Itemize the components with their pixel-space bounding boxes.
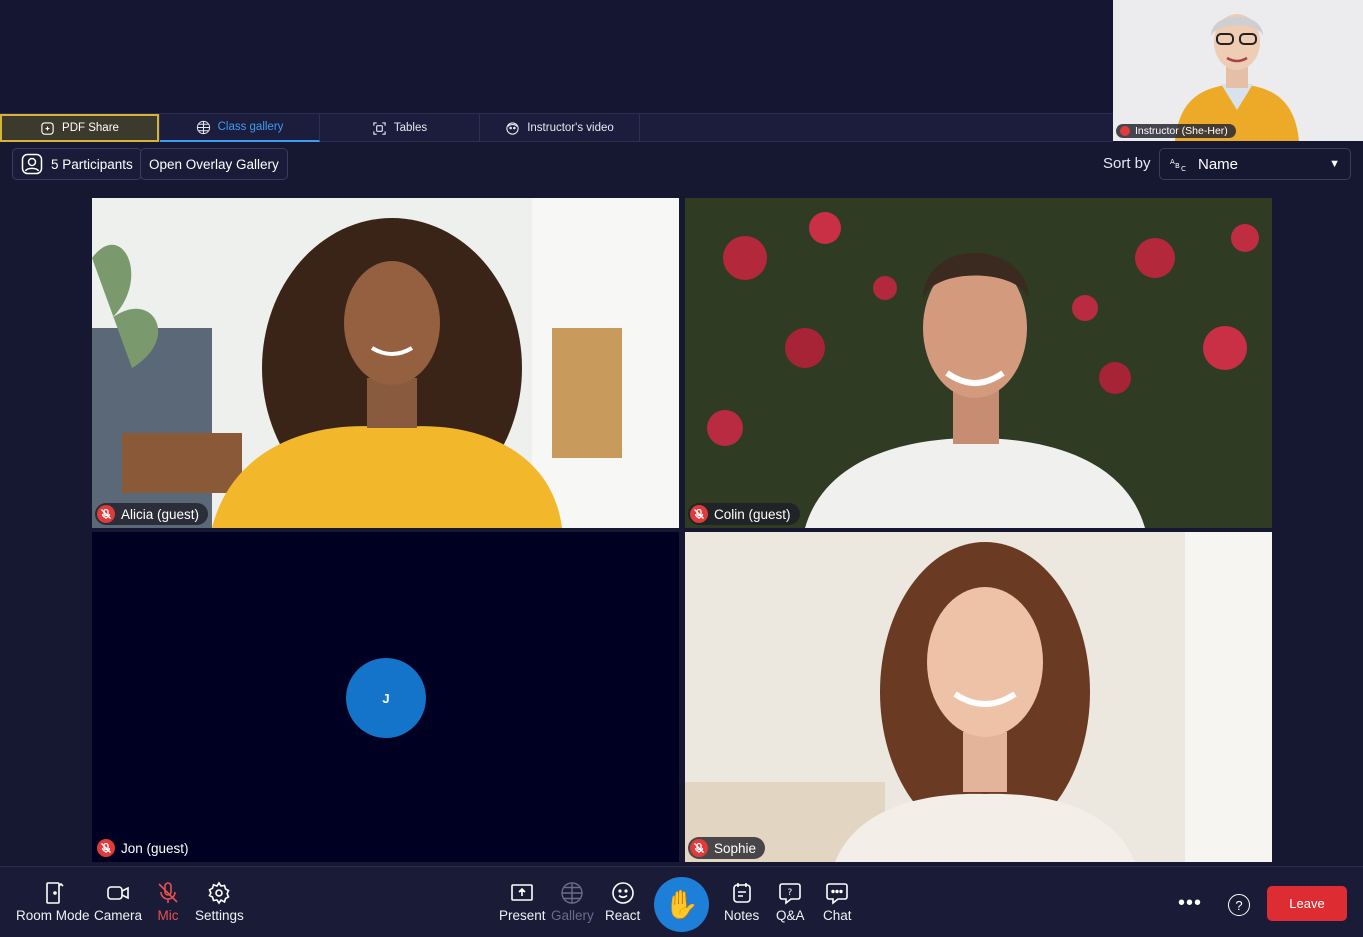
gear-icon <box>208 881 230 905</box>
abc-sort-icon: ABC <box>1170 158 1186 171</box>
face-icon <box>506 121 519 135</box>
chat-label: Chat <box>823 908 852 923</box>
participant-tile-colin[interactable]: Colin (guest) <box>685 198 1272 528</box>
mic-off-icon <box>158 882 178 903</box>
participants-button[interactable]: 5 Participants <box>12 148 142 180</box>
video-feed <box>685 532 1272 862</box>
hand-icon: ✋ <box>664 889 699 920</box>
mic-muted-icon <box>690 505 708 523</box>
pdf-share-icon <box>41 121 54 135</box>
help-icon[interactable]: ? <box>1228 894 1250 916</box>
instructor-video[interactable]: Instructor (She-Her) <box>1113 0 1363 141</box>
participant-name-label: Sophie <box>688 837 766 859</box>
chevron-down-icon: ▼ <box>1329 158 1340 170</box>
overlay-label: Open Overlay Gallery <box>149 156 279 172</box>
raise-hand-button[interactable]: ✋ <box>654 877 709 932</box>
svg-text:C: C <box>1181 165 1186 171</box>
sort-select[interactable]: ABC Name ▼ <box>1159 148 1351 180</box>
notes-button[interactable]: Notes <box>724 881 759 923</box>
tab-label: Instructor's video <box>527 122 614 134</box>
participant-tile-alicia[interactable]: Alicia (guest) <box>92 198 679 528</box>
camera-label: Camera <box>94 908 143 923</box>
notes-icon <box>732 883 751 903</box>
present-icon <box>511 884 534 901</box>
door-icon <box>45 882 64 904</box>
tab-label: PDF Share <box>62 122 119 134</box>
participants-count: 5 Participants <box>51 156 133 172</box>
camera-button[interactable]: Camera <box>94 881 142 923</box>
participant-name: Alicia (guest) <box>121 506 200 522</box>
chat-icon <box>826 883 849 905</box>
avatar: J <box>346 658 426 738</box>
smiley-icon <box>611 882 634 904</box>
content-tabs: PDF Share Class gallery Tables Instructo… <box>0 113 1113 142</box>
mic-muted-icon <box>97 505 115 523</box>
mic-muted-icon <box>1120 126 1130 136</box>
qa-button[interactable]: ? Q&A <box>776 881 805 923</box>
open-overlay-gallery-button[interactable]: Open Overlay Gallery <box>140 148 288 180</box>
mic-label: Mic <box>157 908 179 923</box>
stage-area <box>0 0 1113 113</box>
instructor-portrait <box>1113 0 1363 141</box>
tables-icon <box>373 121 386 135</box>
instructor-name: Instructor (She-Her) <box>1135 125 1228 137</box>
sort-by-label: Sort by <box>1103 155 1151 172</box>
grid-icon <box>196 120 210 134</box>
tab-pdf-share[interactable]: PDF Share <box>0 114 160 142</box>
mic-button[interactable]: Mic <box>156 881 180 923</box>
tab-label: Tables <box>393 122 428 134</box>
tab-instructors-video[interactable]: Instructor's video <box>480 114 640 142</box>
person-icon <box>21 153 43 175</box>
tab-label: Class gallery <box>217 121 284 133</box>
more-options-icon[interactable]: ••• <box>1178 892 1202 915</box>
room-mode-button[interactable]: Room Mode <box>16 881 90 923</box>
tab-tables[interactable]: Tables <box>320 114 480 142</box>
gallery-button[interactable]: Gallery <box>551 881 594 923</box>
qa-label: Q&A <box>776 908 805 923</box>
room-mode-label: Room Mode <box>16 908 90 923</box>
avatar-initial: J <box>382 690 390 706</box>
chat-button[interactable]: Chat <box>823 881 852 923</box>
participant-name-label: Jon (guest) <box>95 837 198 859</box>
mic-muted-icon <box>97 839 115 857</box>
participant-name: Sophie <box>714 840 757 856</box>
question-bubble-icon: ? <box>779 883 802 905</box>
participant-name-label: Colin (guest) <box>688 503 800 525</box>
leave-button[interactable]: Leave <box>1267 886 1347 921</box>
svg-text:B: B <box>1175 162 1180 170</box>
bottom-control-bar: Room Mode Camera Mic Settings Present Ga… <box>0 866 1363 937</box>
present-label: Present <box>499 908 546 923</box>
present-button[interactable]: Present <box>499 881 546 923</box>
camera-icon <box>107 886 129 900</box>
participant-name: Jon (guest) <box>121 840 189 856</box>
react-button[interactable]: React <box>605 881 640 923</box>
sort-value: Name <box>1198 155 1239 173</box>
notes-label: Notes <box>724 908 760 923</box>
mic-muted-icon <box>690 839 708 857</box>
svg-text:?: ? <box>788 888 793 898</box>
grid-icon <box>561 882 584 904</box>
instructor-label: Instructor (She-Her) <box>1116 124 1236 138</box>
tab-class-gallery[interactable]: Class gallery <box>160 114 320 142</box>
participant-tile-jon[interactable]: J Jon (guest) <box>92 532 679 862</box>
video-feed <box>92 198 679 528</box>
participant-tile-sophie[interactable]: Sophie <box>685 532 1272 862</box>
settings-button[interactable]: Settings <box>195 881 244 923</box>
gallery-label: Gallery <box>551 908 594 923</box>
participant-name-label: Alicia (guest) <box>95 503 209 525</box>
react-label: React <box>605 908 641 923</box>
video-feed <box>685 198 1272 528</box>
settings-label: Settings <box>195 908 244 923</box>
participant-name: Colin (guest) <box>714 506 791 522</box>
